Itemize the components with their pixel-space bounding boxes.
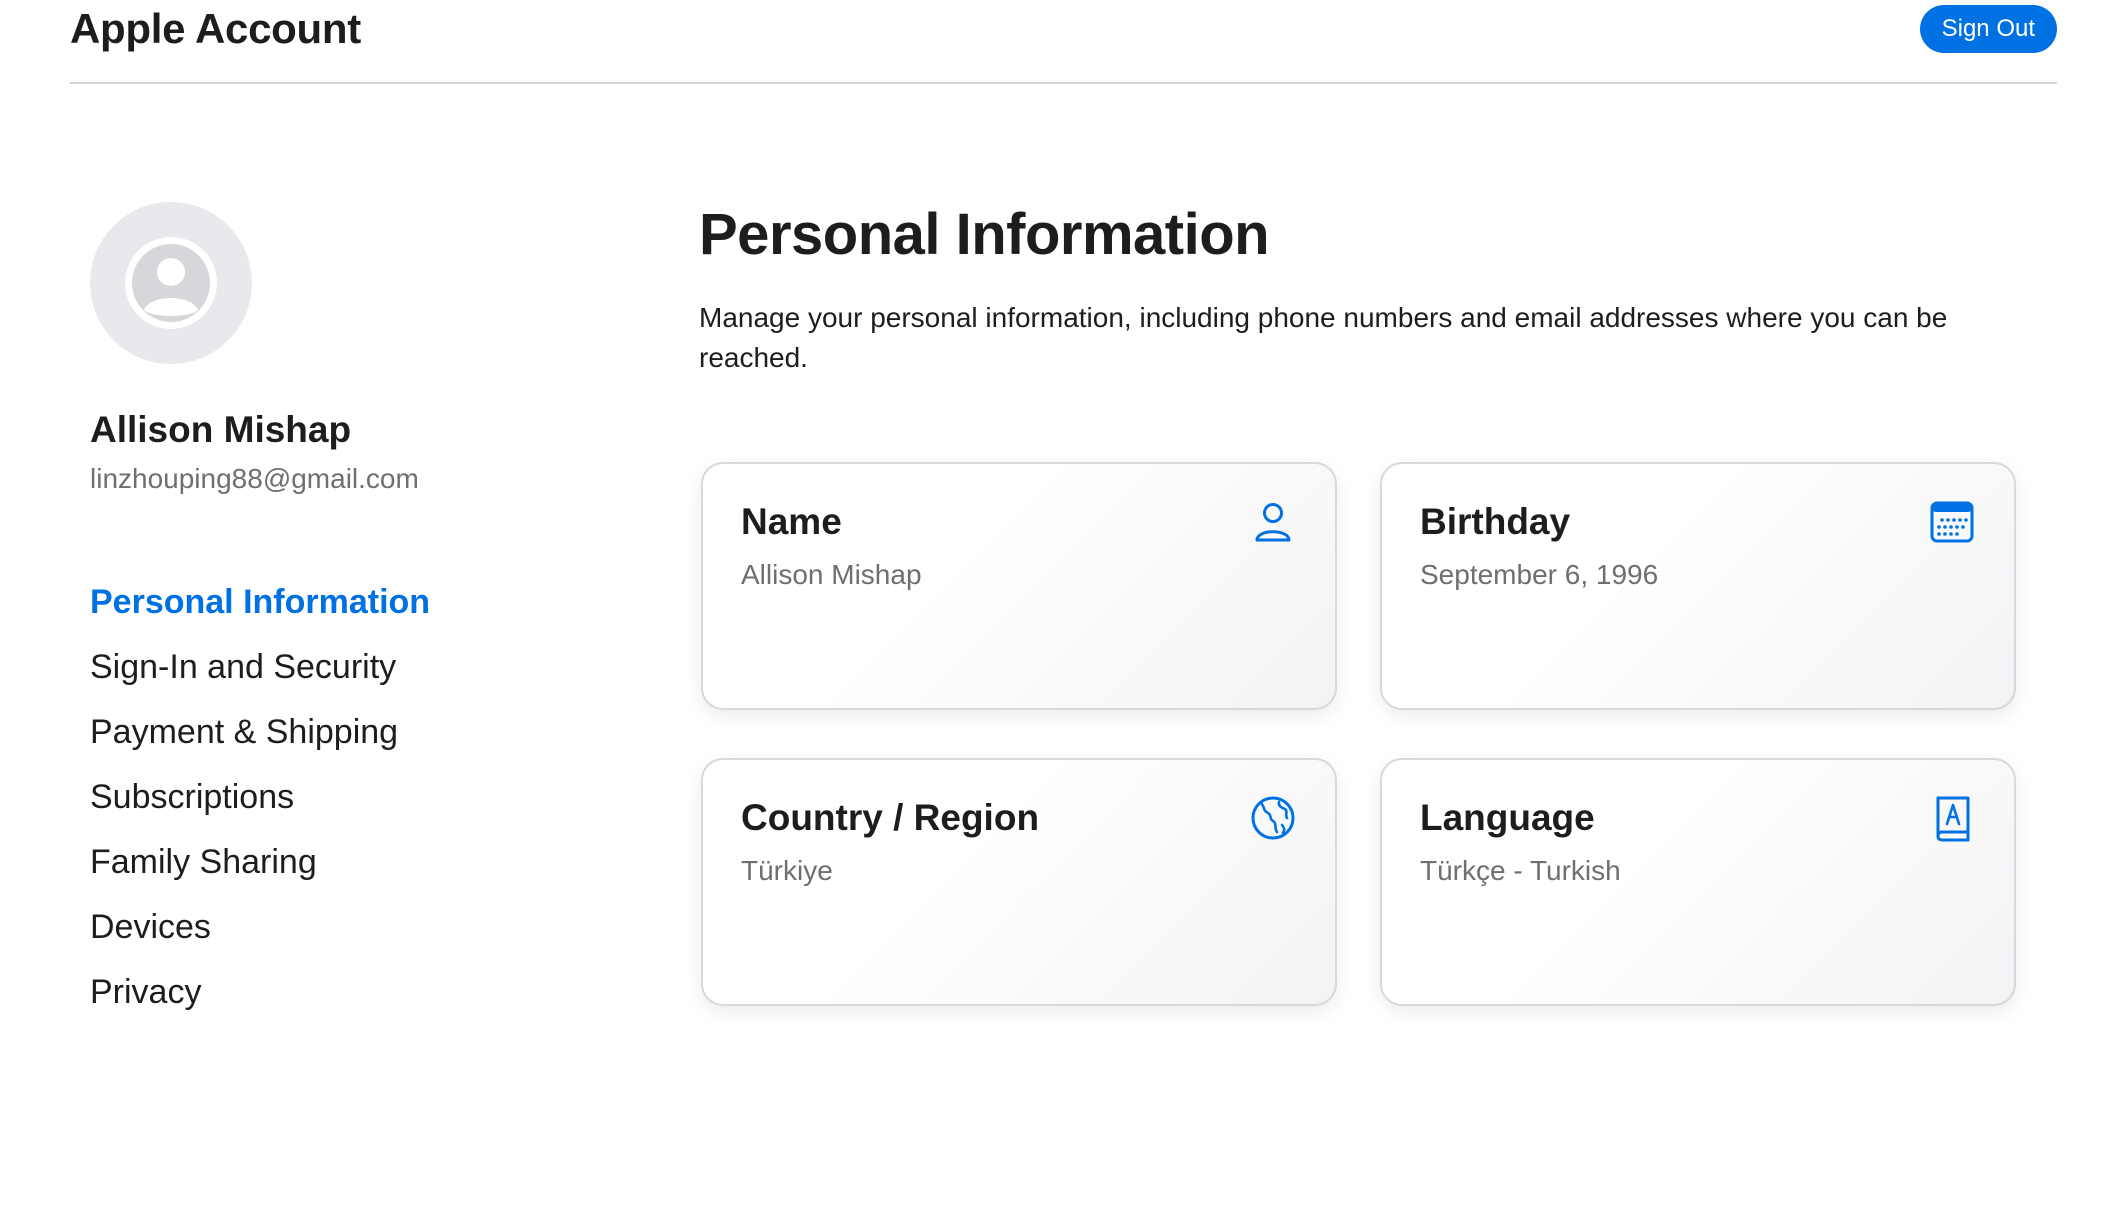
birthday-card[interactable]: Birthday September 6, 1996 bbox=[1380, 462, 2016, 710]
card-title: Name bbox=[741, 501, 842, 542]
name-card[interactable]: Name Allison Mishap bbox=[701, 462, 1337, 710]
card-title: Birthday bbox=[1420, 501, 1571, 542]
sidebar-nav: Personal Information Sign-In and Securit… bbox=[90, 580, 430, 1035]
avatar[interactable] bbox=[90, 202, 252, 364]
sign-out-button[interactable]: Sign Out bbox=[1919, 5, 2057, 53]
language-card[interactable]: Language Türkçe - Turkish bbox=[1380, 758, 2016, 1006]
card-title: Country / Region bbox=[741, 797, 1040, 838]
card-value: September 6, 1996 bbox=[1420, 559, 1659, 590]
sidebar-item-subscriptions[interactable]: Subscriptions bbox=[90, 775, 430, 840]
page-description: Manage your personal information, includ… bbox=[699, 302, 1948, 373]
sidebar-item-family-sharing[interactable]: Family Sharing bbox=[90, 840, 430, 905]
sidebar-item-personal-information[interactable]: Personal Information bbox=[90, 580, 430, 645]
card-value: Allison Mishap bbox=[741, 559, 922, 590]
person-icon bbox=[1255, 503, 1291, 542]
country-region-card[interactable]: Country / Region Türkiye bbox=[701, 758, 1337, 1006]
sidebar-item-devices[interactable]: Devices bbox=[90, 905, 430, 970]
app-title: Apple Account bbox=[70, 5, 361, 52]
card-value: Türkiye bbox=[741, 855, 833, 886]
sidebar-item-sign-in-and-security[interactable]: Sign-In and Security bbox=[90, 645, 430, 710]
top-bar: Apple Account Sign Out bbox=[70, 0, 2057, 84]
calendar-icon bbox=[1930, 501, 1974, 543]
sidebar-item-payment-shipping[interactable]: Payment & Shipping bbox=[90, 710, 430, 775]
card-title: Language bbox=[1420, 797, 1595, 838]
sidebar-item-privacy[interactable]: Privacy bbox=[90, 970, 430, 1035]
page-title: Personal Information bbox=[699, 202, 1270, 267]
user-name: Allison Mishap bbox=[90, 409, 352, 450]
language-book-icon bbox=[1936, 796, 1970, 842]
user-email: linzhouping88@gmail.com bbox=[90, 463, 419, 494]
card-value: Türkçe - Turkish bbox=[1420, 855, 1621, 886]
globe-icon bbox=[1251, 796, 1295, 840]
person-circle-icon bbox=[125, 237, 217, 329]
